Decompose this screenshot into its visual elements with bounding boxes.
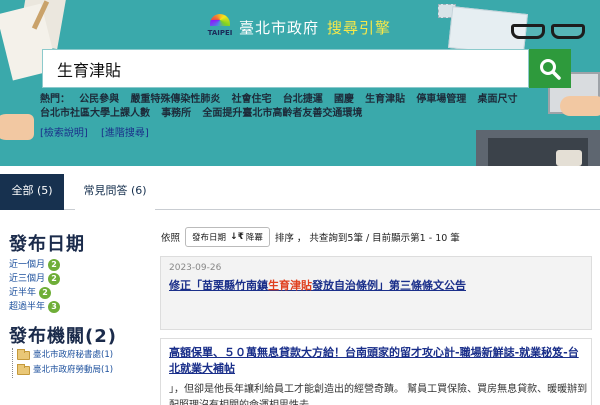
tab-faq[interactable]: 常見問答 (6) <box>75 174 155 210</box>
taipei-logo-icon: TAIPEI <box>207 12 233 42</box>
date-facet-list: 近一個月 2 近三個月 2 近半年 2 超過半年 3 <box>9 258 61 314</box>
count-badge: 3 <box>48 301 61 313</box>
site-logo[interactable]: TAIPEI 臺北市政府 搜尋引擎 <box>207 12 391 42</box>
sort-prefix: 依照 <box>161 233 181 244</box>
date-facet-item[interactable]: 近一個月 2 <box>9 258 61 272</box>
search-input[interactable] <box>43 50 528 87</box>
sort-button[interactable]: 發布日期 ↓₹ 降冪 <box>185 227 270 247</box>
magnifier-icon <box>540 58 561 80</box>
result-date: 2023-09-26 <box>169 263 222 273</box>
date-facet-link[interactable]: 近一個月 <box>9 258 45 272</box>
search-header-banner: TAIPEI 臺北市政府 搜尋引擎 熱門： 公民參與 嚴重特殊傳染性肺炎 社會住… <box>0 0 600 166</box>
sort-bar: 依照 發布日期 ↓₹ 降冪 排序 ， 共查詢到5筆 / 目前顯示第1 - 10 … <box>161 227 460 247</box>
org-facet-item[interactable]: 臺北市政府勞動局(1) <box>17 363 113 378</box>
tab-all[interactable]: 全部 (5) <box>0 174 64 210</box>
result-tabs: 全部 (5) 常見問答 (6) <box>0 166 600 210</box>
glasses-lens <box>511 24 545 39</box>
hand-decoration <box>560 96 600 116</box>
hot-keywords-label: 熱門： <box>40 94 70 105</box>
result-snippet: 」，但卻是他長年讓利給員工才能創造出的經營奇蹟。 幫員工買保險、買房無息貸款、暖… <box>169 384 588 405</box>
org-facet-link[interactable]: 臺北市政府秘書處(1) <box>33 348 113 363</box>
engine-name: 搜尋引擎 <box>327 18 392 37</box>
site-name: 臺北市政府 <box>239 18 320 37</box>
date-facet-item[interactable]: 近半年 2 <box>9 286 60 300</box>
date-facet-link[interactable]: 近三個月 <box>9 272 45 286</box>
hot-keyword-link[interactable]: 社會住宅 <box>232 94 272 105</box>
hot-keyword-link[interactable]: 台北捷運 <box>283 94 323 105</box>
folder-icon <box>17 364 30 375</box>
hot-keyword-link[interactable]: 桌面尺寸 <box>478 94 518 105</box>
date-facet-link[interactable]: 超過半年 <box>9 300 45 314</box>
taipei-wordmark: TAIPEI <box>207 29 233 37</box>
glasses-decoration <box>505 20 591 42</box>
result-summary: 排序 ， 共查詢到5筆 / 目前顯示第1 - 10 筆 <box>274 233 460 244</box>
result-title-link[interactable]: 高額保單、５０萬無息貸款大方給！台南頭家的留才攻心計-職場新鮮誌-就業秘笈-台北… <box>169 345 589 377</box>
cup-decoration <box>556 150 582 166</box>
result-title-highlight: 生育津貼 <box>268 279 312 292</box>
org-facet-tree: 臺北市政府秘書處(1) 臺北市政府勞動局(1) <box>12 348 113 378</box>
result-title-part: 發放自治條例」第三條條文公告 <box>312 279 466 292</box>
hot-keyword-link[interactable]: 事務所 <box>161 108 191 119</box>
sort-order-label: 降冪 <box>245 233 263 243</box>
hot-keyword-link[interactable]: 台北市社區大學上課人數 <box>40 108 150 119</box>
help-links: [檢索說明] [進階搜尋] <box>40 124 159 139</box>
search-box <box>42 49 529 88</box>
count-badge: 2 <box>48 273 61 285</box>
org-facet-title: 發布機關(2) <box>9 326 117 347</box>
org-facet-item[interactable]: 臺北市政府秘書處(1) <box>17 348 113 363</box>
search-help-link[interactable]: [檢索說明] <box>40 128 88 139</box>
date-facet-title: 發布日期 <box>9 234 85 255</box>
search-result-item: 高額保單、５０萬無息貸款大方給！台南頭家的留才攻心計-職場新鮮誌-就業秘笈-台北… <box>160 338 592 405</box>
result-title-part: 修正「苗栗縣竹南鎮 <box>169 279 268 292</box>
result-title-link[interactable]: 修正「苗栗縣竹南鎮生育津貼發放自治條例」第三條條文公告 <box>169 277 466 293</box>
date-facet-item[interactable]: 近三個月 2 <box>9 272 61 286</box>
hot-keywords: 熱門： 公民參與 嚴重特殊傳染性肺炎 社會住宅 台北捷運 國慶 生育津貼 停車場… <box>40 93 560 123</box>
sort-field-label: 發布日期 <box>192 233 227 243</box>
glasses-lens <box>551 24 585 39</box>
date-facet-link[interactable]: 近半年 <box>9 286 36 300</box>
hot-keyword-link[interactable]: 國慶 <box>334 94 354 105</box>
sort-descending-icon: ↓₹ <box>230 232 244 242</box>
hot-keyword-link[interactable]: 停車場管理 <box>416 94 466 105</box>
search-result-item: 2023-09-26 修正「苗栗縣竹南鎮生育津貼發放自治條例」第三條條文公告 <box>160 256 592 330</box>
rainbow-arc <box>210 14 230 26</box>
hot-keyword-link[interactable]: 公民參與 <box>79 94 119 105</box>
date-facet-item[interactable]: 超過半年 3 <box>9 300 61 314</box>
hot-keyword-link[interactable]: 嚴重特殊傳染性肺炎 <box>130 94 220 105</box>
hand-decoration <box>0 114 34 140</box>
org-facet-link[interactable]: 臺北市政府勞動局(1) <box>33 363 113 378</box>
hot-keyword-link[interactable]: 全面提升臺北市高齡者友善交通環境 <box>202 108 362 119</box>
search-button[interactable] <box>529 49 571 88</box>
count-badge: 2 <box>48 259 61 271</box>
hot-keyword-link[interactable]: 生育津貼 <box>365 94 405 105</box>
count-badge: 2 <box>39 287 52 299</box>
advanced-search-link[interactable]: [進階搜尋] <box>101 128 149 139</box>
folder-icon <box>17 349 30 360</box>
